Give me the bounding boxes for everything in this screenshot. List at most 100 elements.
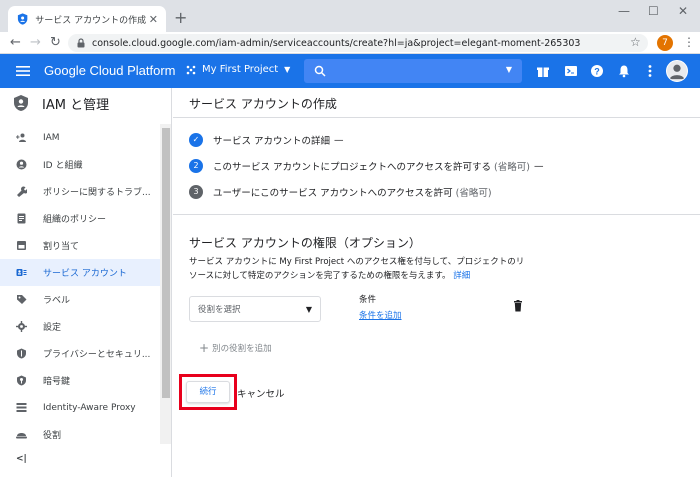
browser-tab[interactable]: サービス アカウントの作成 – IAM と管 ✕ <box>8 6 166 32</box>
add-role-label: 別の役割を追加 <box>212 344 272 354</box>
learn-more-link[interactable]: 詳細 <box>453 271 470 281</box>
cancel-button[interactable]: キャンセル <box>237 386 285 400</box>
sidebar-item-labels[interactable]: ラベル <box>0 286 160 313</box>
continue-button[interactable]: 続行 <box>186 381 230 403</box>
section-description: サービス アカウントに My First Project へのアクセス権を付与し… <box>189 255 529 283</box>
sidebar-item-privacy-security[interactable]: プライバシーとセキュリ... <box>0 340 160 367</box>
browser-titlebar: サービス アカウントの作成 – IAM と管 ✕ + — ☐ ✕ <box>0 0 700 32</box>
brand-title[interactable]: Google Cloud Platform <box>44 63 176 78</box>
project-selector[interactable]: My First Project ▼ <box>186 64 290 75</box>
sidebar-item-service-accounts[interactable]: サービス アカウント <box>0 259 160 286</box>
chevron-down-icon: ▼ <box>305 305 312 314</box>
label-icon <box>17 295 27 304</box>
step-optional: (省略可) <box>494 162 530 173</box>
browser-menu-icon[interactable]: ⋮ <box>683 35 695 49</box>
sidebar-item-label: 設定 <box>43 323 62 333</box>
sidebar-item-label: 暗号鍵 <box>43 377 71 387</box>
account-circle-icon <box>16 159 27 170</box>
add-role-button[interactable]: + 別の役割を追加 <box>199 341 272 355</box>
svg-text:?: ? <box>594 67 600 77</box>
back-icon[interactable]: ← <box>10 35 21 51</box>
step-label: このサービス アカウントにプロジェクトへのアクセスを許可する <box>213 162 492 173</box>
sidebar-item-iam[interactable]: IAM <box>0 124 160 151</box>
sidebar-item-label: 組織のポリシー <box>43 215 107 225</box>
forward-icon[interactable]: → <box>30 35 41 51</box>
kebab-icon[interactable] <box>643 64 657 78</box>
gcp-header: Google Cloud Platform My First Project ▼… <box>0 54 700 88</box>
search-dropdown-icon[interactable]: ▼ <box>506 65 512 74</box>
gear-icon <box>16 321 27 332</box>
tab-close-icon[interactable]: ✕ <box>149 13 158 26</box>
sidebar-item-roles[interactable]: 役割 <box>0 421 160 448</box>
sidebar-item-settings[interactable]: 設定 <box>0 313 160 340</box>
sidebar-item-label: サービス アカウント <box>43 269 127 279</box>
iap-icon <box>16 403 27 412</box>
iam-shield-icon <box>14 95 28 111</box>
person-add-icon <box>16 133 26 142</box>
service-account-icon <box>16 269 27 276</box>
key-shield-icon <box>17 375 26 386</box>
title-divider <box>173 117 700 118</box>
step-label: サービス アカウントの詳細 <box>213 136 331 147</box>
gift-icon[interactable] <box>536 64 550 78</box>
sidebar: IAM と管理 IAM ID と組織 ポリシーに関するトラブ... 組織のポリシ… <box>0 88 172 477</box>
browser-toolbar: ← → ↻ console.cloud.google.com/iam-admin… <box>0 32 700 54</box>
step-label: ユーザーにこのサービス アカウントへのアクセスを許可 <box>213 188 453 199</box>
step-optional: (省略可) <box>455 188 492 199</box>
section-title: サービス アカウントの権限（オプション） <box>189 236 421 250</box>
step-1[interactable]: ✓ サービス アカウントの詳細 — <box>189 132 344 148</box>
user-avatar-icon <box>669 64 685 80</box>
steps-divider <box>173 214 700 215</box>
page-title: サービス アカウントの作成 <box>189 97 337 111</box>
check-icon: ✓ <box>189 133 203 147</box>
sidebar-item-label: 割り当て <box>43 242 80 252</box>
help-icon[interactable]: ? <box>590 64 604 78</box>
sidebar-item-crypto-keys[interactable]: 暗号鍵 <box>0 367 160 394</box>
minimize-icon[interactable]: — <box>618 4 630 18</box>
search-input[interactable]: ▼ <box>304 59 522 83</box>
step-number-badge: 2 <box>189 159 203 173</box>
step-separator: — <box>533 160 544 172</box>
sidebar-item-policy-troubleshooter[interactable]: ポリシーに関するトラブ... <box>0 178 160 205</box>
step-3[interactable]: 3 ユーザーにこのサービス アカウントへのアクセスを許可 (省略可) <box>189 184 492 200</box>
sidebar-item-label: Identity-Aware Proxy <box>43 402 136 413</box>
hat-icon <box>16 433 27 439</box>
shield-icon <box>17 13 28 25</box>
reload-icon[interactable]: ↻ <box>50 35 61 51</box>
trash-icon[interactable] <box>512 300 524 312</box>
step-2[interactable]: 2 このサービス アカウントにプロジェクトへのアクセスを許可する (省略可) — <box>189 158 543 174</box>
search-icon <box>314 65 326 77</box>
star-icon[interactable]: ☆ <box>630 35 641 49</box>
sidebar-item-quotas[interactable]: 割り当て <box>0 232 160 259</box>
condition-label: 条件 <box>359 295 377 305</box>
project-icon <box>186 65 196 74</box>
add-condition-link[interactable]: 条件を追加 <box>359 309 402 321</box>
url-text: console.cloud.google.com/iam-admin/servi… <box>92 37 581 49</box>
hamburger-icon[interactable] <box>16 64 30 78</box>
close-window-icon[interactable]: ✕ <box>678 4 688 18</box>
step-separator: — <box>334 134 344 146</box>
sidebar-item-id-org[interactable]: ID と組織 <box>0 151 160 178</box>
role-select[interactable]: 役割を選択 ▼ <box>189 296 321 322</box>
document-icon <box>17 213 26 224</box>
address-bar[interactable]: console.cloud.google.com/iam-admin/servi… <box>68 34 648 52</box>
sidebar-scrollbar-thumb[interactable] <box>162 128 170 398</box>
sidebar-item-label: ラベル <box>43 296 71 306</box>
sidebar-item-label: プライバシーとセキュリ... <box>43 350 151 360</box>
maximize-icon[interactable]: ☐ <box>648 4 659 18</box>
bell-icon[interactable] <box>617 64 631 78</box>
sidebar-item-label: 役割 <box>43 431 62 441</box>
step-number-badge: 3 <box>189 185 203 199</box>
sidebar-item-iap[interactable]: Identity-Aware Proxy <box>0 394 160 421</box>
main-content: サービス アカウントの作成 ✓ サービス アカウントの詳細 — 2 このサービス… <box>173 88 700 477</box>
collapse-sidebar-button[interactable]: <| <box>16 454 27 464</box>
terminal-icon[interactable] <box>564 64 578 78</box>
new-tab-button[interactable]: + <box>174 8 187 27</box>
profile-avatar[interactable]: 7 <box>657 35 673 51</box>
sidebar-item-org-policies[interactable]: 組織のポリシー <box>0 205 160 232</box>
sidebar-item-label: IAM <box>43 132 60 143</box>
wrench-icon <box>17 186 27 197</box>
shield-icon <box>17 348 26 359</box>
avatar[interactable] <box>666 60 688 82</box>
sidebar-item-label: ポリシーに関するトラブ... <box>43 188 151 198</box>
